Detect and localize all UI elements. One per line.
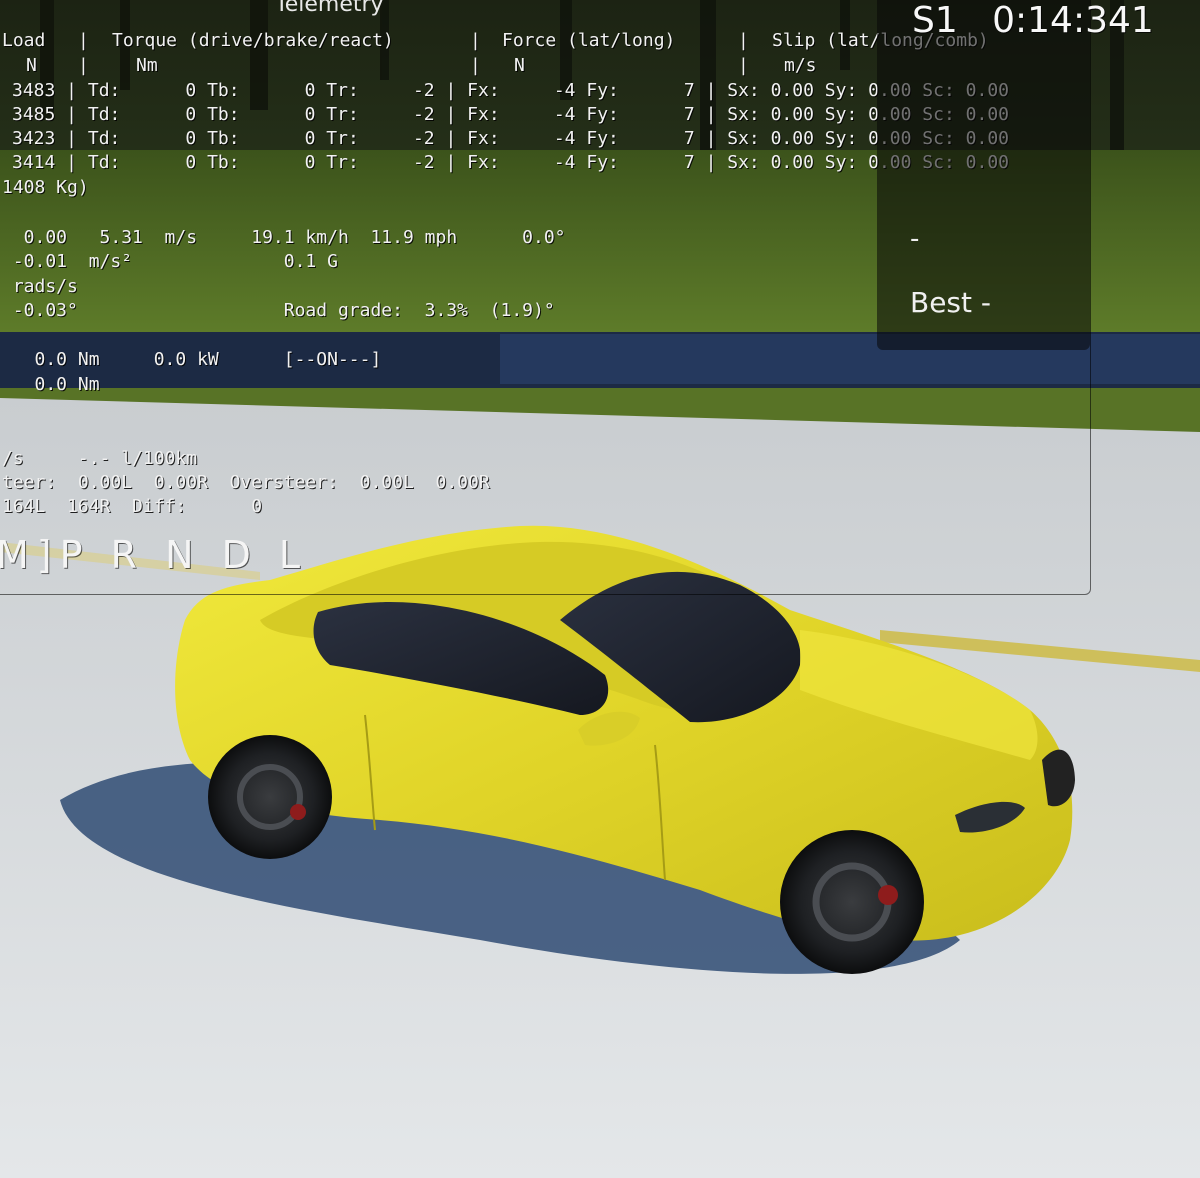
unit-separator: | [78, 55, 89, 76]
lap-time: 0:14:341 [992, 0, 1154, 41]
wheel-row-fr: 3485 | Td: 0 Tb: 0 Tr: -2 | Fx: -4 Fy: 7… [12, 104, 1009, 125]
rear-wheel [208, 735, 332, 859]
vehicle-mass: 1408 Kg) [2, 177, 89, 198]
telemetry-title: Telemetry [275, 0, 384, 17]
current-lap-time: - [910, 224, 920, 254]
road-grade-readout: -0.03° Road grade: 3.3% (1.9)° [2, 300, 555, 321]
unit-separator: | [470, 55, 481, 76]
gear-selector: M]P R N D L [0, 533, 309, 577]
header-torque: Torque (drive/brake/react) [112, 30, 394, 51]
front-wheel [780, 830, 924, 974]
unit-load: N [26, 55, 37, 76]
header-separator: | [78, 30, 89, 51]
engine-torque-power: 0.0 Nm 0.0 kW [--ON---] [2, 349, 382, 370]
header-force: Force (lat/long) [502, 30, 676, 51]
header-separator: | [470, 30, 481, 51]
velocity-readout: 0.00 5.31 m/s 19.1 km/h 11.9 mph 0.0° [2, 227, 566, 248]
angular-velocity-label: rads/s [2, 276, 78, 297]
acceleration-readout: -0.01 m/s² 0.1 G [2, 251, 338, 272]
wheel-row-rr: 3414 | Td: 0 Tb: 0 Tr: -2 | Fx: -4 Fy: 7… [12, 152, 1009, 173]
steer-readout: teer: 0.00L 0.00R Oversteer: 0.00L 0.00R [2, 472, 490, 493]
best-lap-time: Best - [910, 286, 992, 319]
sector-label: S1 [912, 0, 958, 41]
differential-readout: 164L 164R Diff: 0 [2, 496, 263, 517]
wheel-row-fl: 3483 | Td: 0 Tb: 0 Tr: -2 | Fx: -4 Fy: 7… [12, 80, 1009, 101]
engine-torque-secondary: 0.0 Nm [2, 374, 100, 395]
unit-slip: m/s [784, 55, 817, 76]
unit-torque: Nm [136, 55, 158, 76]
header-separator: | [738, 30, 749, 51]
header-load: Load [2, 30, 46, 51]
unit-separator: | [738, 55, 749, 76]
unit-force: N [514, 55, 525, 76]
wheel-row-rl: 3423 | Td: 0 Tb: 0 Tr: -2 | Fx: -4 Fy: 7… [12, 128, 1009, 149]
lap-timer: S1 0:14:341 [912, 0, 1154, 41]
fuel-consumption: /s -.- l/100km [2, 448, 198, 469]
